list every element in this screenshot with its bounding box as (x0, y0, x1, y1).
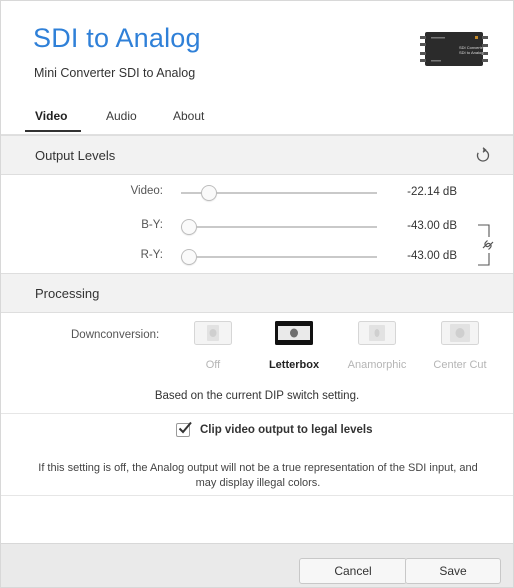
by-level-row: B-Y: -43.00 dB (1, 215, 513, 239)
video-level-slider[interactable] (200, 185, 217, 201)
off-mode-icon (194, 321, 232, 345)
downconversion-anamorphic[interactable]: Anamorphic (337, 319, 417, 381)
footer: Cancel Save (1, 543, 513, 587)
output-levels-title: Output Levels (35, 148, 116, 163)
output-levels-header: Output Levels (1, 135, 513, 175)
downconversion-label: Downconversion: (71, 329, 160, 341)
active-tab-indicator (25, 130, 81, 132)
processing-title: Processing (35, 286, 100, 301)
save-button[interactable]: Save (405, 558, 501, 584)
by-level-value: -43.00 dB (407, 220, 457, 232)
content-divider (1, 495, 513, 496)
by-level-label: B-Y: (141, 219, 163, 231)
device-subtitle: Mini Converter SDI to Analog (34, 66, 196, 80)
by-level-slider[interactable] (181, 219, 197, 235)
center-cut-mode-icon (441, 321, 479, 345)
tab-audio[interactable]: Audio (106, 109, 137, 123)
letterbox-mode-icon (275, 321, 313, 345)
ry-level-row: R-Y: -43.00 dB (1, 245, 513, 269)
video-level-row: Video: -22.14 dB (1, 181, 513, 205)
checkmark-icon (178, 421, 192, 434)
ry-level-value: -43.00 dB (407, 250, 457, 262)
downconversion-off[interactable]: Off (173, 319, 253, 381)
anamorphic-mode-label: Anamorphic (347, 359, 407, 371)
clip-legal-levels-label: Clip video output to legal levels (200, 424, 373, 436)
page-title: SDI to Analog (33, 23, 201, 53)
downconversion-center-cut[interactable]: Center Cut (420, 319, 500, 381)
by-level-track[interactable] (181, 226, 377, 228)
processing-header: Processing (1, 273, 513, 313)
legal-levels-note: If this setting is off, the Analog outpu… (38, 462, 478, 489)
utility-window: SDI to Analog Mini Converter SDI to Anal… (0, 0, 514, 588)
ry-level-track[interactable] (181, 256, 377, 258)
tab-video[interactable]: Video (35, 109, 67, 123)
ry-level-label: R-Y: (140, 249, 163, 261)
dip-switch-note: Based on the current DIP switch setting. (154, 390, 360, 402)
downconversion-letterbox[interactable]: Letterbox (254, 319, 334, 381)
cancel-button[interactable]: Cancel (299, 558, 407, 584)
letterbox-mode-label: Letterbox (268, 359, 320, 371)
center-cut-mode-label: Center Cut (433, 359, 487, 371)
converter-device-image: SDI Converter SDI to Analog (420, 32, 488, 66)
device-label-line2: SDI to Analog (459, 50, 483, 55)
reset-icon[interactable] (475, 147, 491, 163)
ry-level-slider[interactable] (181, 249, 197, 265)
off-mode-label: Off (205, 359, 221, 371)
video-level-label: Video: (130, 185, 163, 197)
processing-divider (1, 413, 513, 414)
video-level-value: -22.14 dB (407, 186, 457, 198)
header: SDI to Analog Mini Converter SDI to Anal… (1, 1, 513, 111)
link-icon[interactable] (476, 223, 500, 267)
anamorphic-mode-icon (358, 321, 396, 345)
tab-about[interactable]: About (173, 109, 204, 123)
tab-bar: Video Audio About (1, 109, 513, 135)
